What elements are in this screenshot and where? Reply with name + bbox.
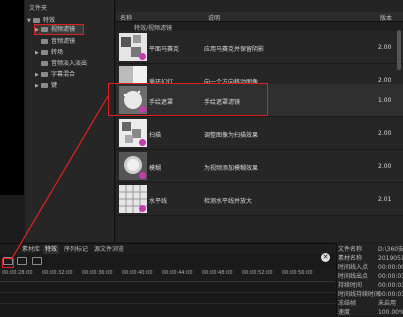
- preview-strip: [0, 0, 24, 195]
- tab-library[interactable]: 素材库: [20, 245, 42, 254]
- list-item[interactable]: 平面马赛克 应用马赛克并保留阴影 2.00: [116, 31, 403, 64]
- folder-icon: [41, 72, 48, 77]
- prop-row: 文件名称D:\360安全: [338, 246, 403, 253]
- tab-source-browser[interactable]: 源文件浏览: [92, 245, 126, 254]
- settings-icon[interactable]: [17, 257, 27, 265]
- tree-item-audio-fades[interactable]: 音频淡入淡出: [41, 59, 87, 68]
- badge-icon: [139, 53, 146, 60]
- prop-row: 时间线入点00:00:00;: [338, 264, 403, 271]
- folder-pane-header: 文件夹: [29, 5, 48, 12]
- scrollbar-thumb[interactable]: [397, 30, 401, 70]
- highlight-box-row: [108, 83, 268, 116]
- list-item[interactable]: 扫描 调整图像为扫描效果 2.00: [116, 117, 403, 150]
- blur-thumbnail: [119, 152, 147, 180]
- highlight-box-toolbar: [2, 258, 14, 268]
- mosaic-thumbnail: [119, 33, 147, 61]
- list-item[interactable]: 水平线 检测水平线并放大 2.01: [116, 183, 403, 216]
- folder-icon: [41, 61, 48, 66]
- column-description[interactable]: 说明: [208, 13, 220, 22]
- prop-row: 时间线出点00:00:03;: [338, 273, 403, 280]
- timeline-ruler[interactable]: 00:00:28:00 00:00:32:00 00:00:36:00 00:0…: [0, 268, 335, 282]
- prop-row: 素材名称20190513_: [338, 255, 403, 262]
- timeline-toolbar: [0, 254, 335, 268]
- tab-effects[interactable]: 特效: [43, 245, 60, 254]
- badge-icon: [139, 172, 146, 179]
- column-version[interactable]: 版本: [380, 13, 392, 22]
- track-divider: [0, 303, 335, 304]
- folder-icon: [41, 83, 48, 88]
- grid-thumbnail: [119, 185, 147, 213]
- folder-icon: [41, 50, 48, 55]
- properties-panel: 文件名称D:\360安全 素材名称20190513_ 时间线入点00:00:00…: [336, 243, 403, 316]
- folder-icon: [41, 39, 48, 44]
- highlight-box-folder: [34, 24, 84, 35]
- properties-icon[interactable]: [32, 257, 42, 265]
- list-item[interactable]: 模糊 为视频添加模糊效果 2.00: [116, 150, 403, 183]
- column-header: 名称 说明 版本: [116, 12, 403, 22]
- timeline-tracks[interactable]: [0, 283, 335, 316]
- close-icon[interactable]: ✕: [321, 253, 330, 262]
- prop-row: 冻结帧 未启用: [338, 300, 397, 307]
- column-name[interactable]: 名称: [120, 13, 132, 22]
- folder-icon: [33, 18, 40, 23]
- badge-icon: [139, 139, 146, 146]
- prop-row: 时间线持续时间00:00:03;: [338, 291, 403, 298]
- tree-item-transitions[interactable]: ▶ 转场: [35, 48, 63, 57]
- badge-icon: [139, 205, 146, 212]
- track-divider: [0, 292, 335, 293]
- bottom-tabs-bar: 素材库 特效 序列标记 源文件浏览: [0, 243, 335, 254]
- path-bar: 特效/视频滤镜: [116, 22, 403, 32]
- prop-row: 持续时间00:00:03;: [338, 282, 403, 289]
- tree-item-title-mix[interactable]: ▶ 字幕混合: [35, 70, 75, 79]
- tab-sequence-markers[interactable]: 序列标记: [62, 245, 90, 254]
- tree-item-keys[interactable]: ▶ 键: [35, 81, 57, 90]
- scan-thumbnail: [119, 119, 147, 147]
- tree-item-audio-filters[interactable]: 音频滤镜: [41, 37, 75, 46]
